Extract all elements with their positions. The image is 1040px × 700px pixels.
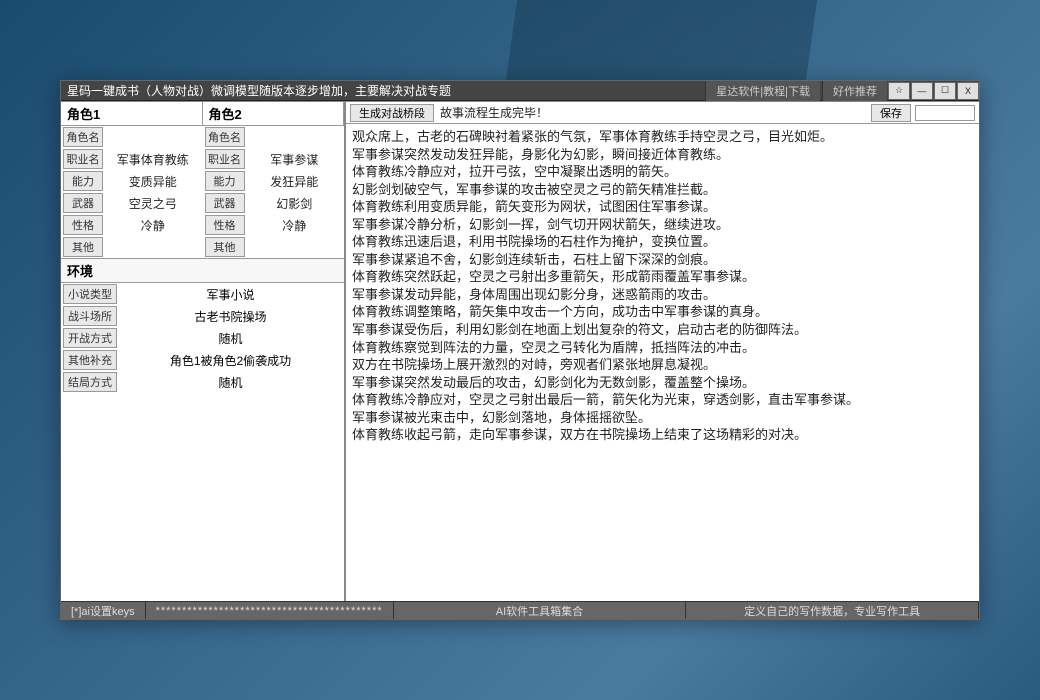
role2-武器-value[interactable]: 幻影剑 xyxy=(245,195,345,212)
left-panel: 角色1 角色2 角色名职业名军事体育教练能力变质异能武器空灵之弓性格冷静其他角色… xyxy=(61,102,346,601)
env-结局方式-value[interactable]: 随机 xyxy=(117,374,344,391)
right-toolbar: 生成对战桥段 故事流程生成完毕！ 保存 xyxy=(346,102,979,124)
role1-武器-value[interactable]: 空灵之弓 xyxy=(103,195,203,212)
story-output[interactable]: 观众席上，古老的石碑映衬着紧张的气氛，军事体育教练手持空灵之弓，目光如炬。 军事… xyxy=(346,124,979,601)
role1-header: 角色1 xyxy=(61,102,203,125)
role1-角色名-button[interactable]: 角色名 xyxy=(63,127,103,147)
role1-职业名-value[interactable]: 军事体育教练 xyxy=(103,151,203,168)
role1-武器-button[interactable]: 武器 xyxy=(63,193,103,213)
role1-性格-button[interactable]: 性格 xyxy=(63,215,103,235)
footer-keys[interactable]: [*]ai设置keys xyxy=(61,602,146,619)
env-战斗场所-button[interactable]: 战斗场所 xyxy=(63,306,117,326)
maximize-button[interactable]: ☐ xyxy=(934,82,956,100)
role2-性格-value[interactable]: 冷静 xyxy=(245,217,345,234)
save-input[interactable] xyxy=(915,105,975,121)
role2-武器-button[interactable]: 武器 xyxy=(205,193,245,213)
role1-职业名-button[interactable]: 职业名 xyxy=(63,149,103,169)
env-开战方式-value[interactable]: 随机 xyxy=(117,330,344,347)
window-title: 星码一键成书（人物对战）微调模型随版本逐步增加，主要解决对战专题 xyxy=(61,82,457,99)
right-panel: 生成对战桥段 故事流程生成完毕！ 保存 观众席上，古老的石碑映衬着紧张的气氛，军… xyxy=(346,102,979,601)
role2-能力-button[interactable]: 能力 xyxy=(205,171,245,191)
save-button[interactable]: 保存 xyxy=(871,104,911,122)
footer-custom[interactable]: 定义自己的写作数据，专业写作工具 xyxy=(686,602,979,619)
footer: [*]ai设置keys ****************************… xyxy=(61,601,979,619)
close-button[interactable]: X xyxy=(957,82,979,100)
minimize-button[interactable]: — xyxy=(911,82,933,100)
app-window: 星码一键成书（人物对战）微调模型随版本逐步增加，主要解决对战专题 星达软件|教程… xyxy=(60,80,980,620)
env-结局方式-button[interactable]: 结局方式 xyxy=(63,372,117,392)
footer-toolbox[interactable]: AI软件工具箱集合 xyxy=(394,602,687,619)
role2-角色名-button[interactable]: 角色名 xyxy=(205,127,245,147)
role1-性格-value[interactable]: 冷静 xyxy=(103,217,203,234)
role2-性格-button[interactable]: 性格 xyxy=(205,215,245,235)
role2-其他-button[interactable]: 其他 xyxy=(205,237,245,257)
env-其他补充-value[interactable]: 角色1被角色2偷袭成功 xyxy=(117,352,344,369)
favorite-button[interactable]: ☆ xyxy=(888,82,910,100)
env-战斗场所-value[interactable]: 古老书院操场 xyxy=(117,308,344,325)
role2-header: 角色2 xyxy=(203,102,345,125)
env-开战方式-button[interactable]: 开战方式 xyxy=(63,328,117,348)
titlebar: 星码一键成书（人物对战）微调模型随版本逐步增加，主要解决对战专题 星达软件|教程… xyxy=(61,81,979,101)
titlebar-tab-recommend[interactable]: 好作推荐 xyxy=(822,81,887,101)
role2-能力-value[interactable]: 发狂异能 xyxy=(245,173,345,190)
footer-stars: ****************************************… xyxy=(146,602,394,619)
main-area: 角色1 角色2 角色名职业名军事体育教练能力变质异能武器空灵之弓性格冷静其他角色… xyxy=(61,101,979,601)
status-text: 故事流程生成完毕！ xyxy=(434,104,867,121)
env-header: 环境 xyxy=(61,258,344,283)
env-其他补充-button[interactable]: 其他补充 xyxy=(63,350,117,370)
role1-其他-button[interactable]: 其他 xyxy=(63,237,103,257)
role2-职业名-value[interactable]: 军事参谋 xyxy=(245,151,345,168)
role1-能力-button[interactable]: 能力 xyxy=(63,171,103,191)
generate-button[interactable]: 生成对战桥段 xyxy=(350,104,434,122)
role1-能力-value[interactable]: 变质异能 xyxy=(103,173,203,190)
role2-职业名-button[interactable]: 职业名 xyxy=(205,149,245,169)
titlebar-tab-software[interactable]: 星达软件|教程|下载 xyxy=(705,81,820,101)
env-小说类型-button[interactable]: 小说类型 xyxy=(63,284,117,304)
window-controls: ☆ — ☐ X xyxy=(887,82,979,100)
env-小说类型-value[interactable]: 军事小说 xyxy=(117,286,344,303)
